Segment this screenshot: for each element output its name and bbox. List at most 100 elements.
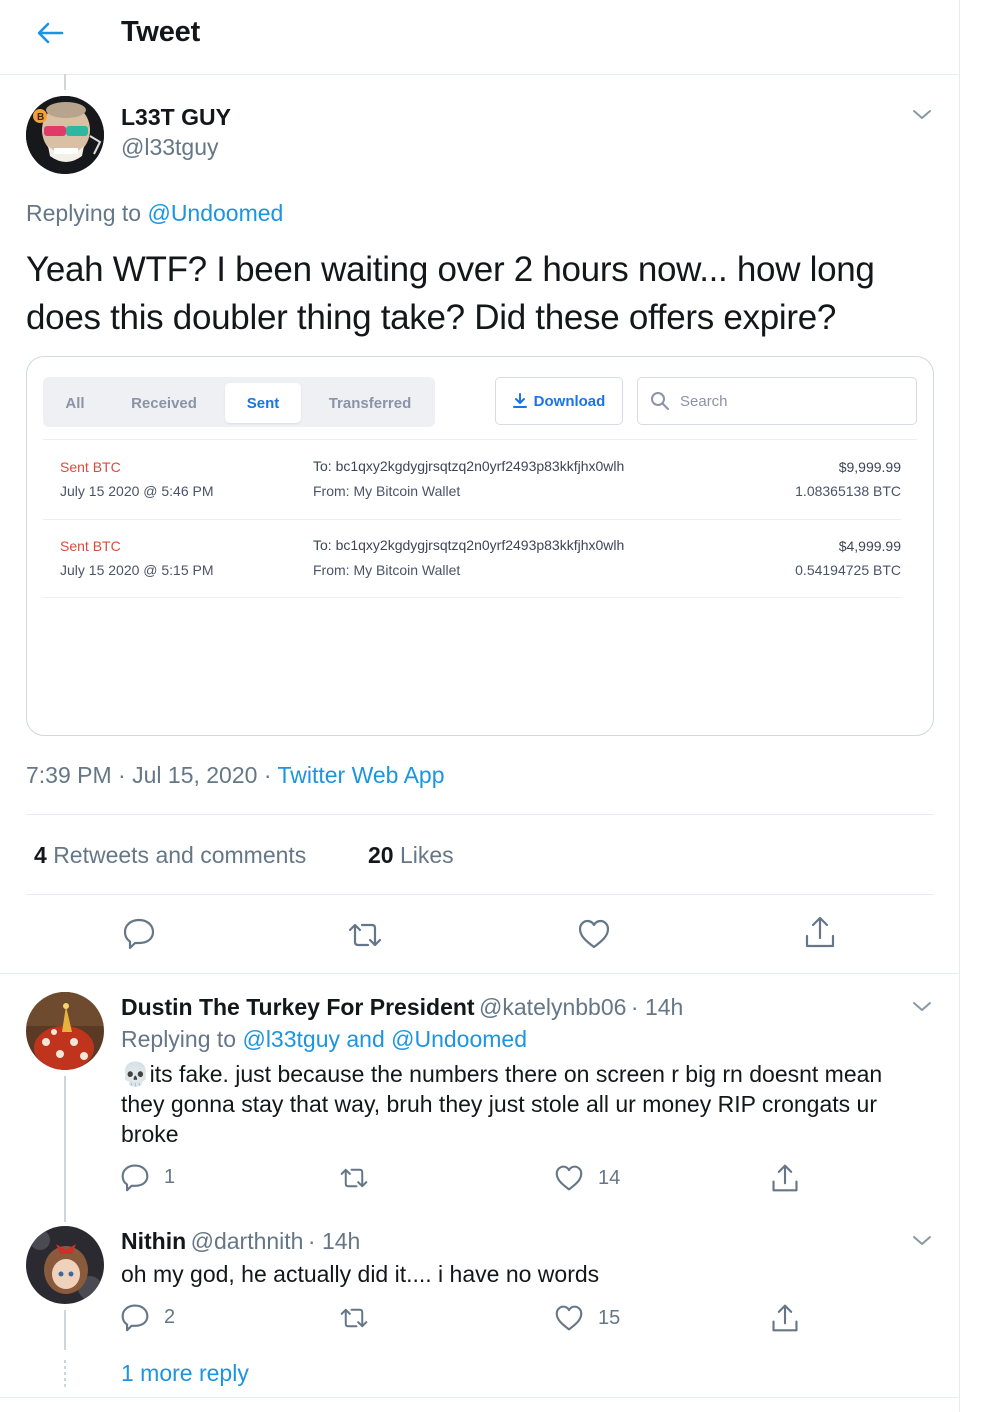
like-button[interactable]: 15	[554, 1304, 620, 1332]
replying-to: Replying to @l33tguy and @Undoomed	[121, 1026, 527, 1053]
avatar[interactable]: B	[26, 96, 104, 174]
reply-text: oh my god, he actually did it.... i have…	[121, 1261, 600, 1287]
like-icon	[555, 1165, 583, 1191]
reply-author-name[interactable]: Dustin The Turkey For President	[121, 994, 475, 1020]
tx-from: From: My Bitcoin Wallet	[313, 483, 461, 499]
retweets-label: Retweets and comments	[53, 842, 307, 868]
page-title: Tweet	[121, 16, 201, 48]
reply-icon	[123, 918, 155, 950]
transaction-row: Sent BTC July 15 2020 @ 5:46 PM To: bc1q…	[43, 439, 901, 519]
tx-usd: $4,999.99	[838, 538, 901, 554]
share-button[interactable]	[803, 914, 837, 950]
wallet-download-button: Download	[495, 377, 623, 425]
tx-from: From: My Bitcoin Wallet	[313, 562, 461, 578]
reply-author-name[interactable]: Nithin	[121, 1228, 186, 1254]
reply-icon	[121, 1304, 149, 1332]
tx-to: To: bc1qxy2kgdygjrsqtzq2n0yrf2493p83kkfj…	[313, 458, 625, 474]
replying-prefix: Replying to	[121, 1026, 237, 1052]
tweet-timestamp: 7:39 PM · Jul 15, 2020 · Twitter Web App	[26, 762, 445, 789]
wallet-search-placeholder: Search	[680, 392, 728, 410]
like-icon	[578, 919, 610, 949]
share-icon	[772, 1164, 798, 1192]
share-button[interactable]	[770, 1162, 800, 1194]
like-count: 14	[598, 1166, 621, 1189]
reply-count: 2	[164, 1305, 176, 1328]
back-button[interactable]	[34, 18, 68, 48]
tx-type: Sent BTC	[60, 459, 121, 475]
svg-text:B: B	[37, 112, 44, 123]
retweets-stat[interactable]: 4 Retweets and comments	[34, 842, 306, 869]
retweet-icon	[348, 923, 382, 947]
likes-label: Likes	[399, 842, 454, 868]
tweet-menu-button[interactable]	[910, 1230, 936, 1252]
header-divider	[0, 74, 960, 75]
meta-separator: ·	[263, 762, 278, 788]
retweets-count: 4	[34, 842, 47, 868]
chevron-down-icon	[913, 1236, 931, 1245]
share-icon	[772, 1304, 798, 1332]
share-button[interactable]	[770, 1302, 800, 1334]
wallet-tab-all: All	[65, 394, 85, 412]
wallet-search-box: Search	[637, 377, 917, 425]
retweet-button[interactable]	[346, 918, 384, 952]
reply-author-handle[interactable]: @darthnith	[191, 1228, 304, 1254]
retweet-icon	[340, 1308, 368, 1328]
reply-button[interactable]: 2	[120, 1302, 175, 1332]
retweet-button[interactable]	[338, 1164, 370, 1192]
reply-text: 💀its fake. just because the numbers ther…	[121, 1059, 921, 1149]
reply-button[interactable]: 1	[120, 1162, 175, 1192]
download-icon	[512, 393, 527, 408]
section-divider	[0, 973, 960, 974]
tx-usd: $9,999.99	[838, 459, 901, 475]
section-divider	[0, 1397, 960, 1398]
divider	[26, 814, 934, 815]
tx-to: To: bc1qxy2kgdygjrsqtzq2n0yrf2493p83kkfj…	[313, 537, 625, 553]
wallet-divider	[43, 597, 901, 598]
replying-to-link[interactable]: @Undoomed	[147, 200, 283, 226]
divider	[26, 894, 934, 895]
tx-btc: 0.54194725 BTC	[795, 562, 901, 578]
tweet-time[interactable]: 7:39 PM	[26, 762, 112, 788]
tweet-image[interactable]: All Received Sent Transferred Download S…	[26, 356, 934, 736]
wallet-tab-bar: All Received Sent Transferred	[43, 377, 435, 427]
share-icon	[805, 916, 835, 948]
reply-button[interactable]	[122, 916, 156, 950]
retweet-icon	[340, 1168, 368, 1188]
like-icon	[555, 1305, 583, 1331]
author-handle[interactable]: @l33tguy	[121, 134, 219, 161]
tweet-menu-button[interactable]	[910, 996, 936, 1018]
reply-icon	[121, 1164, 149, 1192]
show-more-replies-link[interactable]: 1 more reply	[121, 1360, 249, 1387]
search-icon	[651, 392, 669, 410]
reply-count: 1	[164, 1165, 176, 1188]
replying-prefix: Replying to	[26, 200, 142, 226]
reply-author-handle[interactable]: @katelynbb06	[479, 994, 626, 1020]
like-button[interactable]	[577, 918, 611, 950]
author-name[interactable]: L33T GUY	[121, 104, 231, 131]
tx-date: July 15 2020 @ 5:15 PM	[60, 562, 214, 578]
avatar[interactable]	[26, 992, 104, 1070]
avatar[interactable]	[26, 1226, 104, 1304]
like-count: 15	[598, 1306, 621, 1329]
like-button[interactable]: 14	[554, 1164, 620, 1192]
reply-time[interactable]: · 14h	[308, 1228, 360, 1254]
likes-count: 20	[368, 842, 394, 868]
reply-time[interactable]: · 14h	[631, 994, 683, 1020]
likes-stat[interactable]: 20 Likes	[368, 842, 454, 869]
wallet-tab-received: Received	[131, 394, 197, 412]
wallet-download-label: Download	[533, 392, 606, 410]
replying-to-link[interactable]: @l33tguy and @Undoomed	[242, 1026, 527, 1052]
tweet-menu-button[interactable]	[910, 104, 936, 126]
retweet-button[interactable]	[338, 1304, 370, 1332]
transaction-row: Sent BTC July 15 2020 @ 5:15 PM To: bc1q…	[43, 518, 901, 598]
tweet-source[interactable]: Twitter Web App	[277, 762, 444, 788]
skull-emoji: 💀	[121, 1061, 150, 1087]
thread-dots	[64, 1360, 66, 1388]
reply-text-body: its fake. just because the numbers there…	[121, 1061, 883, 1147]
reply-header: Dustin The Turkey For President @katelyn…	[121, 994, 683, 1021]
wallet-tab-transferred: Transferred	[328, 394, 412, 412]
wallet-tab-sent: Sent	[225, 383, 301, 423]
tweet-column: Tweet B L33T GUY @l33tguy Replying to @U…	[0, 0, 960, 1412]
tweet-date[interactable]: Jul 15, 2020	[132, 762, 257, 788]
header-thread-stub	[64, 74, 66, 90]
